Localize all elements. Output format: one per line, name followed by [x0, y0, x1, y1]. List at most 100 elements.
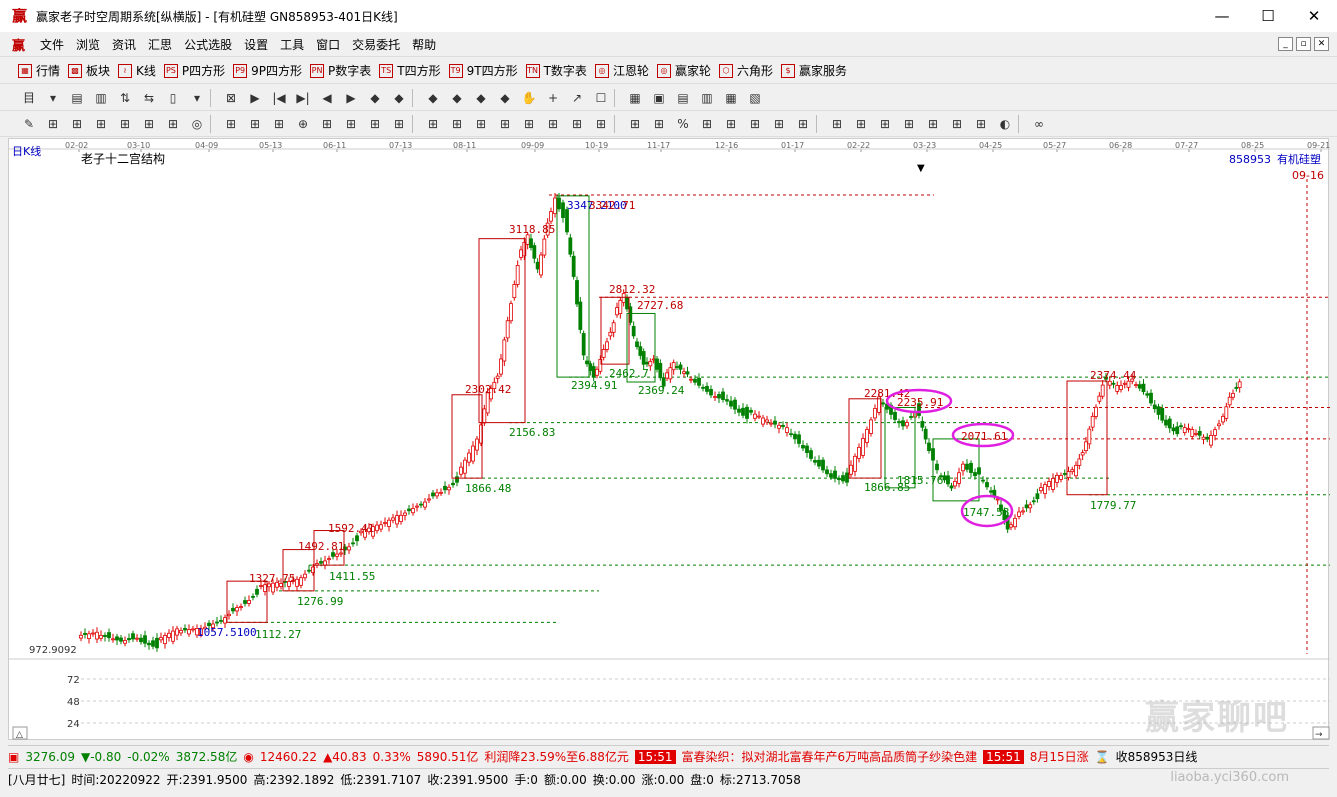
toolbar3-tool-icon[interactable]: ◐	[994, 114, 1016, 134]
toolbar3-tool-icon[interactable]: ⊞	[90, 114, 112, 134]
sz-index-icon[interactable]: ◉	[243, 750, 253, 764]
menu-file[interactable]: 文件	[40, 36, 64, 53]
close-button[interactable]: ✕	[1291, 0, 1337, 32]
toolbar2-tool-icon[interactable]: ▶	[340, 88, 362, 108]
toolbar2-tool-icon[interactable]: ▤	[66, 88, 88, 108]
nav-item-5[interactable]: PN P数字表	[310, 62, 371, 79]
toolbar3-tool-icon[interactable]: ⊞	[898, 114, 920, 134]
toolbar2-tool-icon[interactable]: ▾	[186, 88, 208, 108]
toolbar2-tool-icon[interactable]: ◆	[446, 88, 468, 108]
toolbar3-tool-icon[interactable]: ⊞	[624, 114, 646, 134]
toolbar3-tool-icon[interactable]: ⊞	[826, 114, 848, 134]
toolbar2-tool-icon[interactable]: ◆	[494, 88, 516, 108]
menu-browse[interactable]: 浏览	[76, 36, 100, 53]
toolbar3-tool-icon[interactable]: ⊞	[970, 114, 992, 134]
toolbar2-tool-icon[interactable]: ▦	[624, 88, 646, 108]
toolbar2-tool-icon[interactable]: ▾	[42, 88, 64, 108]
toolbar2-tool-icon[interactable]: ▥	[90, 88, 112, 108]
toolbar3-tool-icon[interactable]: ⊞	[114, 114, 136, 134]
nav-item-10[interactable]: ◎ 赢家轮	[656, 62, 711, 79]
toolbar3-tool-icon[interactable]: ✎	[18, 114, 40, 134]
mdi-minimize-button[interactable]: _	[1278, 37, 1293, 51]
mdi-restore-button[interactable]: ▫	[1296, 37, 1311, 51]
toolbar3-tool-icon[interactable]: ⊞	[696, 114, 718, 134]
nav-item-2[interactable]: ≀ K线	[118, 62, 156, 79]
toolbar3-tool-icon[interactable]: ⊞	[470, 114, 492, 134]
toolbar3-tool-icon[interactable]: ⊞	[244, 114, 266, 134]
toolbar2-tool-icon[interactable]: ◆	[388, 88, 410, 108]
toolbar3-tool-icon[interactable]: ∞	[1028, 114, 1050, 134]
toolbar3-tool-icon[interactable]: ⊞	[316, 114, 338, 134]
toolbar3-tool-icon[interactable]: ⊞	[162, 114, 184, 134]
toolbar3-tool-icon[interactable]: ⊕	[292, 114, 314, 134]
nav-item-7[interactable]: T9 9T四方形	[448, 62, 518, 79]
toolbar2-tool-icon[interactable]: ▣	[648, 88, 670, 108]
toolbar3-tool-icon[interactable]: ⊞	[590, 114, 612, 134]
nav-item-3[interactable]: PS P四方形	[163, 62, 225, 79]
toolbar3-tool-icon[interactable]: ◎	[186, 114, 208, 134]
toolbar3-tool-icon[interactable]: ⊞	[874, 114, 896, 134]
toolbar2-tool-icon[interactable]: ▶	[244, 88, 266, 108]
toolbar3-tool-icon[interactable]: ⊞	[268, 114, 290, 134]
nav-item-8[interactable]: TN T数字表	[525, 62, 587, 79]
toolbar3-tool-icon[interactable]: ⊞	[42, 114, 64, 134]
toolbar2-tool-icon[interactable]: ◆	[422, 88, 444, 108]
toolbar3-tool-icon[interactable]: ⊞	[566, 114, 588, 134]
toolbar3-tool-icon[interactable]: ⊞	[340, 114, 362, 134]
minimize-button[interactable]: —	[1199, 0, 1245, 32]
news-ticker-3[interactable]: 8月15日涨	[1030, 748, 1089, 765]
toolbar3-tool-icon[interactable]: ⊞	[720, 114, 742, 134]
nav-item-11[interactable]: ⬡ 六角形	[718, 62, 773, 79]
toolbar3-tool-icon[interactable]: ⊞	[446, 114, 468, 134]
toolbar3-tool-icon[interactable]: ⊞	[542, 114, 564, 134]
toolbar2-tool-icon[interactable]: ✋	[518, 88, 540, 108]
toolbar2-tool-icon[interactable]: ◆	[364, 88, 386, 108]
toolbar2-tool-icon[interactable]: ◀	[316, 88, 338, 108]
kline-chart-svg[interactable]: 02-02 03-10 04-09 05-13 06-11 07-13 08-11 09-09…	[9, 139, 1330, 741]
menu-news[interactable]: 资讯	[112, 36, 136, 53]
menu-settings[interactable]: 设置	[244, 36, 268, 53]
toolbar3-tool-icon[interactable]: ⊞	[768, 114, 790, 134]
toolbar2-tool-icon[interactable]: ⊠	[220, 88, 242, 108]
nav-item-12[interactable]: $ 赢家服务	[780, 62, 847, 79]
menu-help[interactable]: 帮助	[412, 36, 436, 53]
maximize-button[interactable]: ☐	[1245, 0, 1291, 32]
nav-item-1[interactable]: ▩ 板块	[68, 62, 110, 79]
sh-index-icon[interactable]: ▣	[8, 750, 19, 764]
toolbar3-tool-icon[interactable]: %	[672, 114, 694, 134]
toolbar2-tool-icon[interactable]: ⇅	[114, 88, 136, 108]
menu-formula[interactable]: 公式选股	[184, 36, 232, 53]
toolbar3-tool-icon[interactable]: ⊞	[946, 114, 968, 134]
toolbar3-tool-icon[interactable]: ⊞	[922, 114, 944, 134]
news-ticker-2[interactable]: 富春染织：拟对湖北富春年产6万吨高品质筒子纱染色建	[682, 748, 978, 765]
nav-item-4[interactable]: P9 9P四方形	[233, 62, 302, 79]
news-ticker-1[interactable]: 利润降23.59%至6.88亿元	[484, 748, 628, 765]
toolbar2-tool-icon[interactable]: ▯	[162, 88, 184, 108]
toolbar3-tool-icon[interactable]: ⊞	[494, 114, 516, 134]
alarm-icon[interactable]: ⌛	[1095, 750, 1110, 764]
toolbar2-tool-icon[interactable]: ▦	[720, 88, 742, 108]
menu-trade[interactable]: 交易委托	[352, 36, 400, 53]
menu-tools[interactable]: 工具	[280, 36, 304, 53]
nav-item-0[interactable]: ▦ 行情	[18, 62, 60, 79]
toolbar3-tool-icon[interactable]: ⊞	[422, 114, 444, 134]
menu-huisi[interactable]: 汇思	[148, 36, 172, 53]
toolbar2-tool-icon[interactable]: +	[542, 88, 564, 108]
toolbar3-tool-icon[interactable]: ⊞	[388, 114, 410, 134]
kline-chart[interactable]: 02-02 03-10 04-09 05-13 06-11 07-13 08-11 09-09…	[8, 138, 1330, 741]
toolbar3-tool-icon[interactable]: ⊞	[850, 114, 872, 134]
toolbar2-tool-icon[interactable]: ↗	[566, 88, 588, 108]
toolbar2-tool-icon[interactable]: |◀	[268, 88, 290, 108]
toolbar2-tool-icon[interactable]: ▤	[672, 88, 694, 108]
nav-item-6[interactable]: TS T四方形	[379, 62, 441, 79]
toolbar2-tool-icon[interactable]: ▥	[696, 88, 718, 108]
toolbar2-tool-icon[interactable]: ◆	[470, 88, 492, 108]
toolbar2-tool-icon[interactable]: 目	[18, 88, 40, 108]
toolbar3-tool-icon[interactable]: ⊞	[66, 114, 88, 134]
nav-item-9[interactable]: ◎ 江恩轮	[594, 62, 649, 79]
mdi-close-button[interactable]: ✕	[1314, 37, 1329, 51]
toolbar2-tool-icon[interactable]: ⇆	[138, 88, 160, 108]
toolbar2-tool-icon[interactable]: ▶|	[292, 88, 314, 108]
toolbar3-tool-icon[interactable]: ⊞	[138, 114, 160, 134]
toolbar2-tool-icon[interactable]: ☐	[590, 88, 612, 108]
